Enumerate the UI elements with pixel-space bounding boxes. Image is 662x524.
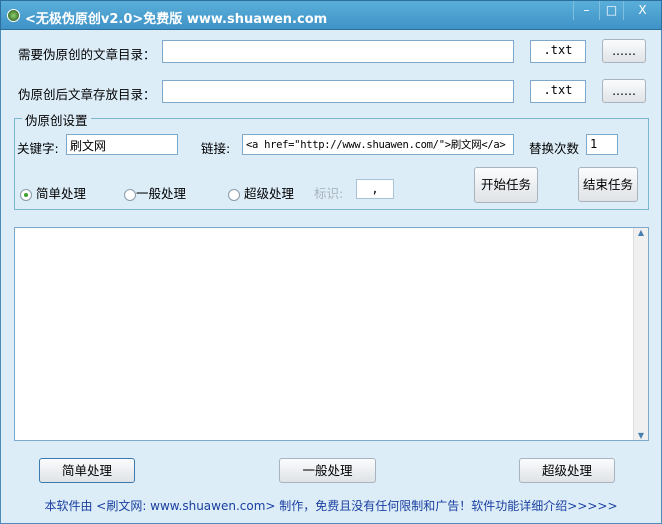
title-bar: <无极伪原创v2.0>免费版 www.shuawen.com – □ X xyxy=(0,0,662,30)
marker-label: 标识: xyxy=(314,186,344,201)
link-label: 链接: xyxy=(201,141,231,156)
stop-task-button[interactable]: 结束任务 xyxy=(578,167,638,202)
keyword-label: 关键字: xyxy=(17,141,59,156)
maximize-button[interactable]: □ xyxy=(599,1,623,20)
radio-simple-label: 简单处理 xyxy=(35,186,86,201)
scroll-down-icon[interactable]: ▼ xyxy=(634,431,648,440)
source-dir-label: 需要伪原创的文章目录： xyxy=(18,47,156,62)
radio-icon xyxy=(20,188,32,201)
footer-link[interactable]: 本软件由 <刷文网: www.shuawen.com> 制作，免费且没有任何限制… xyxy=(0,497,662,514)
start-task-button[interactable]: 开始任务 xyxy=(474,167,538,203)
source-browse-button[interactable]: ...... xyxy=(602,39,646,63)
link-input[interactable]: <a href="http://www.shuawen.com/">刷文网</a… xyxy=(242,134,514,155)
settings-group-title: 伪原创设置 xyxy=(22,110,91,129)
minimize-button[interactable]: – xyxy=(573,1,599,20)
radio-icon xyxy=(228,188,240,201)
close-button[interactable]: X xyxy=(623,1,661,20)
window-title: <无极伪原创v2.0>免费版 www.shuawen.com xyxy=(25,12,328,27)
source-ext-input[interactable]: .txt xyxy=(530,40,586,63)
marker-input[interactable]: , xyxy=(356,179,394,199)
radio-simple[interactable]: 简单处理 xyxy=(20,183,86,202)
bottom-simple-button[interactable]: 简单处理 xyxy=(39,458,135,483)
radio-super[interactable]: 超级处理 xyxy=(228,183,294,202)
bottom-super-button[interactable]: 超级处理 xyxy=(519,458,615,483)
target-ext-input[interactable]: .txt xyxy=(530,80,586,103)
target-dir-label: 伪原创后文章存放目录： xyxy=(18,87,156,102)
radio-super-label: 超级处理 xyxy=(243,186,294,201)
target-dir-input[interactable] xyxy=(162,80,514,103)
log-textarea[interactable]: ▲ ▼ xyxy=(14,227,649,441)
radio-normal-label: 一般处理 xyxy=(136,186,187,201)
replace-count-label: 替换次数 xyxy=(529,141,580,156)
app-icon xyxy=(7,9,20,22)
target-browse-button[interactable]: ...... xyxy=(602,79,646,103)
keyword-input[interactable]: 刷文网 xyxy=(66,134,178,155)
scroll-up-icon[interactable]: ▲ xyxy=(634,228,648,237)
radio-icon xyxy=(124,188,136,201)
log-scrollbar[interactable]: ▲ ▼ xyxy=(633,228,648,440)
source-dir-input[interactable] xyxy=(162,40,514,63)
radio-normal[interactable]: 一般处理 xyxy=(124,183,186,202)
replace-count-input[interactable]: 1 xyxy=(586,134,618,155)
bottom-normal-button[interactable]: 一般处理 xyxy=(279,458,376,483)
